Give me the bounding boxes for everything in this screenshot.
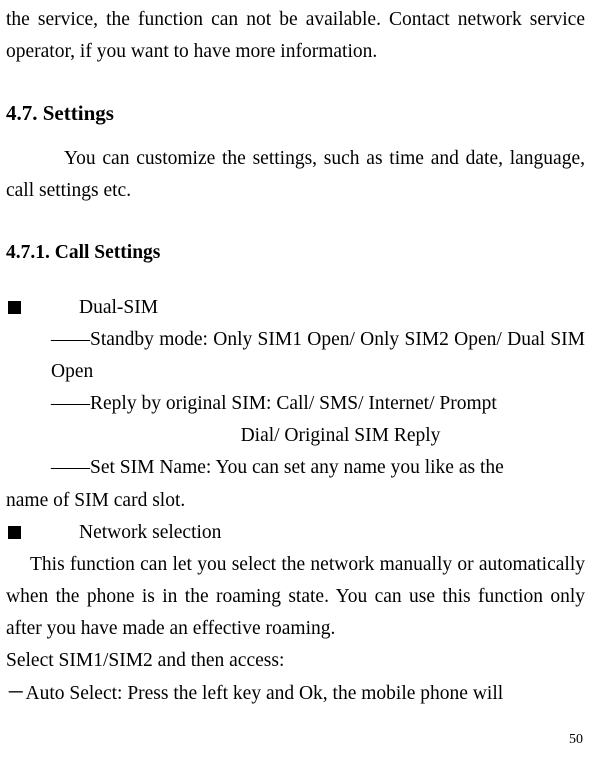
- reply-original-sim-line1: ――Reply by original SIM: Call/ SMS/ Inte…: [51, 388, 585, 420]
- square-bullet-icon: [8, 526, 21, 539]
- settings-intro-paragraph: You can customize the settings, such as …: [6, 143, 585, 207]
- standby-mode-line: ――Standby mode: Only SIM1 Open/ Only SIM…: [51, 324, 585, 388]
- auto-select-line: －Auto Select: Press the left key and Ok,…: [6, 678, 585, 710]
- bullet-dual-sim: Dual-SIM: [6, 292, 585, 324]
- intro-paragraph: the service, the function can not be ava…: [6, 4, 585, 68]
- heading-4-7-1-call-settings: 4.7.1. Call Settings: [6, 237, 585, 269]
- square-bullet-icon: [8, 301, 21, 314]
- select-sim-access-line: Select SIM1/SIM2 and then access:: [6, 645, 585, 677]
- reply-original-sim-line2: Dial/ Original SIM Reply: [6, 420, 585, 452]
- set-sim-name-continuation: name of SIM card slot.: [6, 485, 585, 517]
- network-selection-paragraph: This function can let you select the net…: [6, 549, 585, 646]
- bullet-network-selection-label: Network selection: [79, 517, 221, 549]
- set-sim-name-line: ――Set SIM Name: You can set any name you…: [51, 452, 585, 484]
- page-number: 50: [6, 728, 585, 751]
- bullet-network-selection: Network selection: [6, 517, 585, 549]
- heading-4-7-settings: 4.7. Settings: [6, 96, 585, 131]
- bullet-dual-sim-label: Dual-SIM: [79, 292, 158, 324]
